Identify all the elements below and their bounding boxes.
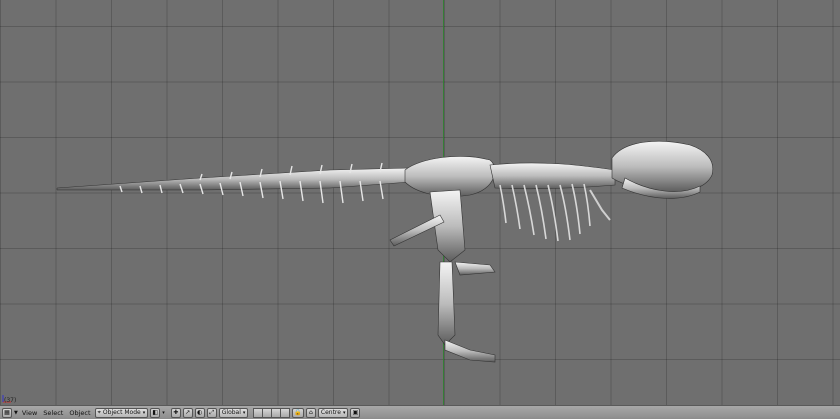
view-menu[interactable]: View xyxy=(20,409,39,417)
pivot-dropdown[interactable]: Global ▾ xyxy=(218,407,249,418)
snap-dropdown-label: Centre xyxy=(320,409,341,416)
skull xyxy=(611,141,714,199)
3d-view-header: ▦ ▼ View Select Object ⌖ Object Mode ▾ ◧… xyxy=(0,405,840,419)
lock-icon[interactable]: 🔒 xyxy=(292,407,304,418)
chevron-down-icon: ▾ xyxy=(342,409,346,416)
manipulator-toggle-icon[interactable]: ✚ xyxy=(170,407,181,418)
ribcage xyxy=(499,183,591,242)
chevron-down-icon: ▾ xyxy=(142,409,146,416)
draw-type-icon[interactable]: ◧ xyxy=(150,407,161,418)
tail-vertebrae xyxy=(56,162,411,204)
scale-icon[interactable]: ⤢ xyxy=(206,407,217,418)
snap-dropdown[interactable]: Centre ▾ xyxy=(317,407,349,418)
mode-dropdown[interactable]: ⌖ Object Mode ▾ xyxy=(94,407,149,418)
mode-icon: ⌖ xyxy=(97,408,101,416)
object-menu[interactable]: Object xyxy=(67,409,92,417)
chevron-down-icon: ▾ xyxy=(162,409,165,416)
layer-buttons xyxy=(253,407,291,418)
pivot-dropdown-label: Global xyxy=(221,409,241,416)
render-icon[interactable]: ▣ xyxy=(350,407,361,418)
snap-icon[interactable]: ⌂ xyxy=(305,407,316,418)
trex-skeleton-model[interactable] xyxy=(0,0,840,405)
chevron-down-icon: ▾ xyxy=(242,409,246,416)
blender-window: (37) ▦ ▼ View Select Object ⌖ Object Mod… xyxy=(0,0,840,419)
select-menu[interactable]: Select xyxy=(41,409,65,417)
collapse-menu-icon[interactable]: ▼ xyxy=(14,410,18,416)
pelvis-and-spine xyxy=(404,156,616,197)
rotate-icon[interactable]: ◐ xyxy=(194,407,205,418)
arm xyxy=(589,189,611,221)
layer-button[interactable] xyxy=(280,407,291,418)
translate-icon[interactable]: ↗ xyxy=(182,407,193,418)
hind-leg xyxy=(389,189,496,363)
editor-type-icon[interactable]: ▦ xyxy=(2,407,12,418)
frame-number: (37) xyxy=(4,397,17,404)
mode-dropdown-label: Object Mode xyxy=(102,409,141,416)
3d-viewport[interactable]: (37) xyxy=(0,0,840,405)
